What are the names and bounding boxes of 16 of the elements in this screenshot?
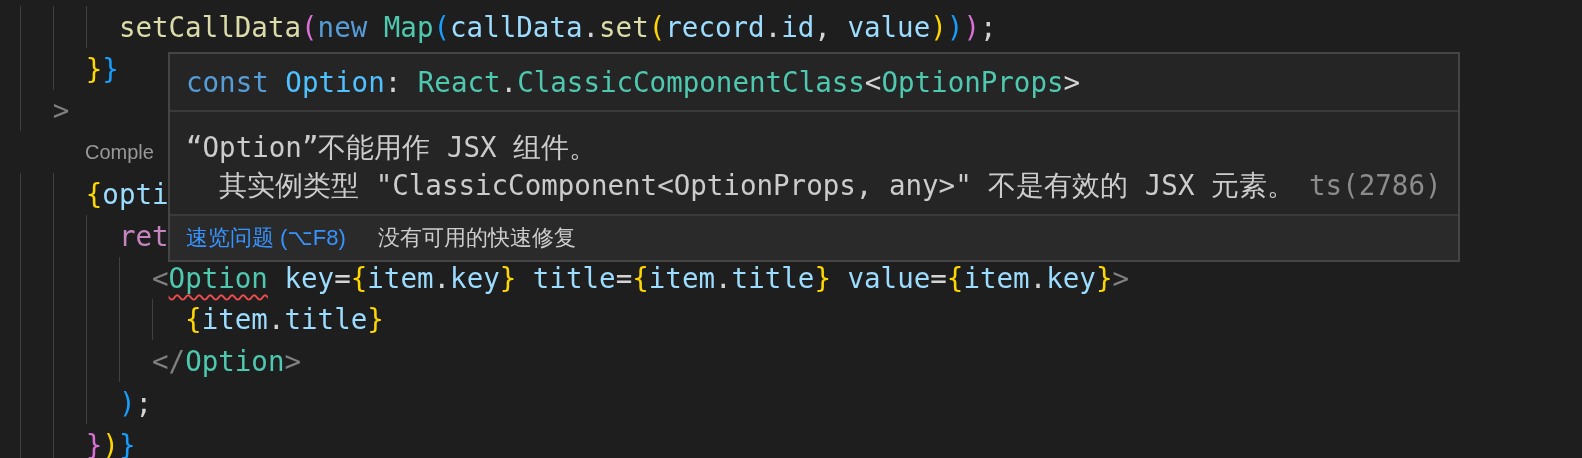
error-message: “Option”不能用作 JSX 组件。 xyxy=(186,130,599,165)
code-line: </Option> xyxy=(151,345,302,378)
error-code: ts(2786) xyxy=(1309,168,1442,203)
code-line: <Option key={item.key} title={item.title} value={item.key}> xyxy=(151,261,1129,294)
code-line: ); xyxy=(117,387,152,420)
error-detail: 其实例类型 "ClassicComponent<OptionProps, any>" 不是有效的 JSX 元素。 xyxy=(218,168,1296,203)
type-signature: const Option: React.ClassicComponentClass<OptionProps> xyxy=(186,66,1081,98)
code-line: {opti xyxy=(84,178,169,211)
code-line: }} xyxy=(84,52,119,85)
codelens-text[interactable]: Comple xyxy=(85,140,154,164)
code-line: setCallData(new Map(callData.set(record.id, value))); xyxy=(117,10,997,43)
peek-problem-link[interactable]: 速览问题 (⌥F8) xyxy=(186,223,346,253)
code-line: > xyxy=(51,94,70,127)
no-quick-fix-text: 没有可用的快速修复 xyxy=(377,224,576,252)
code-line: {item.title} xyxy=(184,303,384,336)
code-line: ret xyxy=(117,219,169,252)
